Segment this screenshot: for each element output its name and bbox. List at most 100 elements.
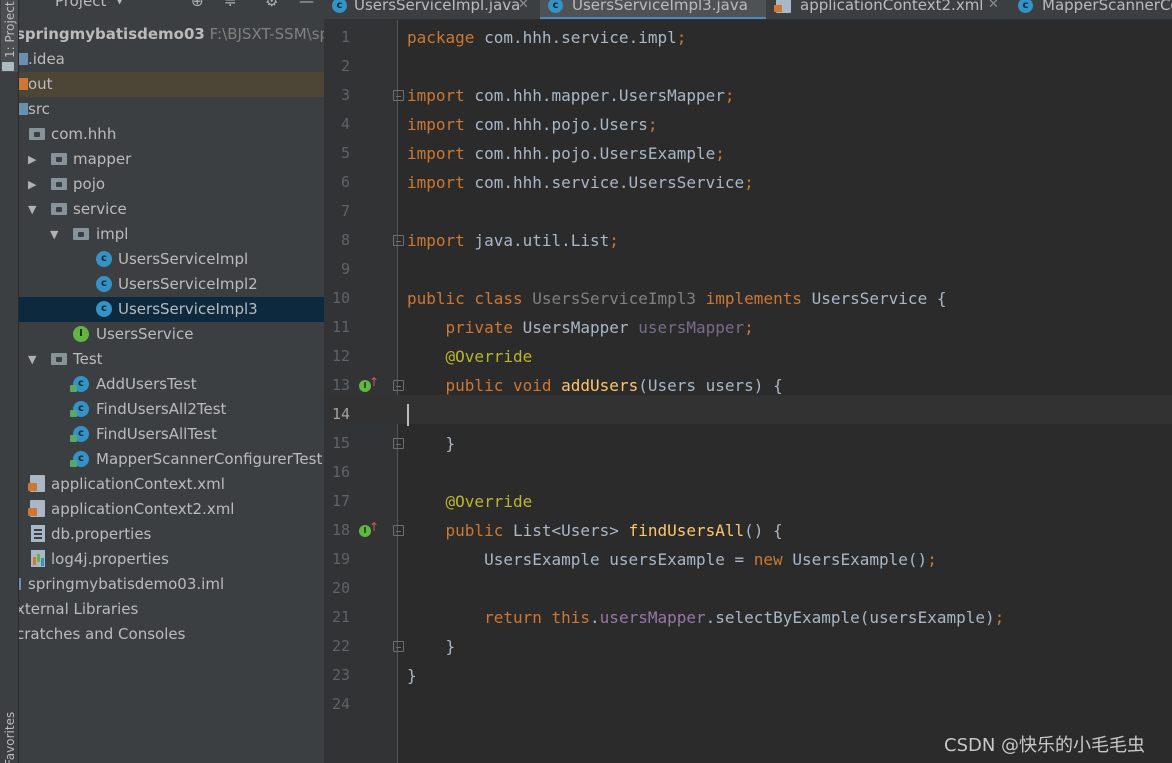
collapse-all-icon[interactable]: ≑: [224, 0, 237, 10]
code-text: public List<Users> findUsersAll() {: [445, 521, 783, 540]
chevron-down-icon[interactable]: ▼: [115, 0, 124, 6]
tab-applicationcontext2[interactable]: applicationContext2.xml ✕: [768, 0, 1008, 19]
tree-item-idea[interactable]: .idea: [19, 47, 324, 72]
tab-mapperscanner[interactable]: c MapperScannerCo: [1010, 0, 1172, 19]
project-view-selector[interactable]: Project: [55, 0, 106, 10]
tree-item-test-class[interactable]: c MapperScannerConfigurerTest: [19, 447, 324, 472]
tree-item-package[interactable]: com.hhh: [19, 122, 324, 147]
source-folder-icon: [19, 103, 28, 115]
folder-icon: [2, 62, 14, 71]
module-name: springmybatisdemo03: [19, 25, 205, 43]
line-number: 15: [331, 434, 350, 452]
interface-icon: I: [73, 326, 89, 342]
line-number: 10: [331, 289, 350, 307]
tree-item-package[interactable]: ▶ mapper: [19, 147, 324, 172]
tree-item-label: MapperScannerConfigurerTest: [96, 450, 323, 468]
package-icon: [51, 153, 67, 165]
code-text: import com.hhh.pojo.Users;: [407, 115, 658, 134]
line-number: 21: [331, 608, 350, 626]
package-icon: [51, 353, 67, 365]
gear-icon[interactable]: ⚙: [265, 0, 278, 10]
tree-item-label: UsersServiceImpl2: [118, 275, 258, 293]
tree-item-test-class[interactable]: c FindUsersAllTest: [19, 422, 324, 447]
tree-item-package[interactable]: ▼ Test: [19, 347, 324, 372]
chevron-down-icon[interactable]: ▼: [28, 347, 36, 372]
close-icon[interactable]: ✕: [988, 0, 999, 15]
fold-icon[interactable]: [393, 525, 404, 536]
tree-item-package[interactable]: ▼ impl: [19, 222, 324, 247]
line-number: 22: [331, 637, 350, 655]
fold-icon[interactable]: [393, 235, 404, 246]
tree-item-label: db.properties: [51, 525, 152, 543]
implements-method-icon[interactable]: I ↑: [359, 520, 379, 538]
fold-icon[interactable]: [393, 438, 404, 449]
fold-icon[interactable]: [393, 641, 404, 652]
test-class-icon: c: [70, 426, 89, 442]
tree-item-out[interactable]: out: [19, 72, 324, 97]
line-number: 12: [331, 347, 350, 365]
chevron-right-icon[interactable]: ▶: [28, 147, 36, 172]
properties-file-icon: [31, 525, 45, 542]
code-text: import java.util.List;: [407, 231, 619, 250]
folder-icon: [19, 53, 28, 65]
tree-item-properties[interactable]: db.properties: [19, 522, 324, 547]
line-number: 2: [340, 57, 350, 75]
close-icon[interactable]: ✕: [518, 0, 529, 15]
tree-item-module[interactable]: springmybatisdemo03 F:\BJSXT-SSM\spring: [19, 22, 324, 47]
line-number: 4: [340, 115, 350, 133]
code-text: public class UsersServiceImpl3 implement…: [407, 289, 947, 308]
code-line: 4 import com.hhh.pojo.Users;: [324, 110, 1172, 139]
package-icon: [51, 203, 67, 215]
code-line: 17 @Override: [324, 487, 1172, 516]
tree-item-package[interactable]: ▶ pojo: [19, 172, 324, 197]
tree-item-label: UsersServiceImpl3: [118, 300, 258, 318]
code-text: import com.hhh.service.UsersService;: [407, 173, 754, 192]
code-line: 3 import com.hhh.mapper.UsersMapper;: [324, 81, 1172, 110]
tab-label: MapperScannerCo: [1042, 0, 1172, 14]
code-text: @Override: [445, 347, 533, 366]
tree-item-external-libraries[interactable]: xternal Libraries: [19, 597, 324, 622]
line-number: 3: [340, 86, 350, 104]
tree-item-class[interactable]: c UsersServiceImpl2: [19, 272, 324, 297]
tree-item-xml[interactable]: applicationContext2.xml: [19, 497, 324, 522]
hide-panel-icon[interactable]: —: [299, 0, 314, 10]
tree-item-label: applicationContext2.xml: [51, 500, 235, 518]
code-line: 18 I ↑ public List<Users> findUsersAll() {: [324, 516, 1172, 545]
chevron-down-icon[interactable]: ▼: [50, 222, 58, 247]
code-line: 12 @Override: [324, 342, 1172, 371]
favorites-tool-button[interactable]: Favorites: [1, 690, 18, 763]
tree-item-label: out: [28, 75, 53, 93]
test-class-icon: c: [70, 376, 89, 392]
code-text: @Override: [445, 492, 533, 511]
tree-item-iml[interactable]: springmybatisdemo03.iml: [19, 572, 324, 597]
chevron-down-icon[interactable]: ▼: [28, 197, 36, 222]
tree-item-label: xternal Libraries: [19, 600, 139, 618]
chevron-right-icon[interactable]: ▶: [28, 172, 36, 197]
implements-method-icon[interactable]: I ↑: [359, 375, 379, 393]
tree-item-xml[interactable]: applicationContext.xml: [19, 472, 324, 497]
locate-icon[interactable]: ⊕: [191, 0, 204, 10]
tree-item-package[interactable]: ▼ service: [19, 197, 324, 222]
favorites-tool-label: Favorites: [3, 711, 17, 763]
tree-item-scratches[interactable]: cratches and Consoles: [19, 622, 324, 647]
tree-item-src[interactable]: src: [19, 97, 324, 122]
tree-item-test-class[interactable]: c FindUsersAll2Test: [19, 397, 324, 422]
tab-usersserviceimpl3[interactable]: c UsersServiceImpl3.java: [540, 0, 766, 19]
module-path: F:\BJSXT-SSM\spring: [209, 25, 324, 43]
code-text: private UsersMapper usersMapper;: [445, 318, 754, 337]
code-line: 20: [324, 574, 1172, 603]
editor-tab-bar: c UsersServiceImpl.java ✕ c UsersService…: [324, 0, 1172, 20]
tree-item-class-selected[interactable]: c UsersServiceImpl3: [19, 297, 324, 322]
tree-item-label: FindUsersAllTest: [96, 425, 217, 443]
project-panel: Project ▼ ⊕ ≑ ⚙ — springmybatisdemo03 F:…: [19, 0, 324, 763]
tree-item-test-class[interactable]: c AddUsersTest: [19, 372, 324, 397]
tree-item-class[interactable]: c UsersServiceImpl: [19, 247, 324, 272]
code-line: 1 package com.hhh.service.impl;: [324, 23, 1172, 52]
code-text: import com.hhh.mapper.UsersMapper;: [407, 86, 735, 105]
code-line-current: 14: [324, 400, 1172, 429]
fold-icon[interactable]: [393, 90, 404, 101]
tree-item-properties[interactable]: log4j.properties: [19, 547, 324, 572]
tab-usersserviceimpl[interactable]: c UsersServiceImpl.java ✕: [324, 0, 538, 19]
fold-icon[interactable]: [393, 380, 404, 391]
tree-item-interface[interactable]: I UsersService: [19, 322, 324, 347]
